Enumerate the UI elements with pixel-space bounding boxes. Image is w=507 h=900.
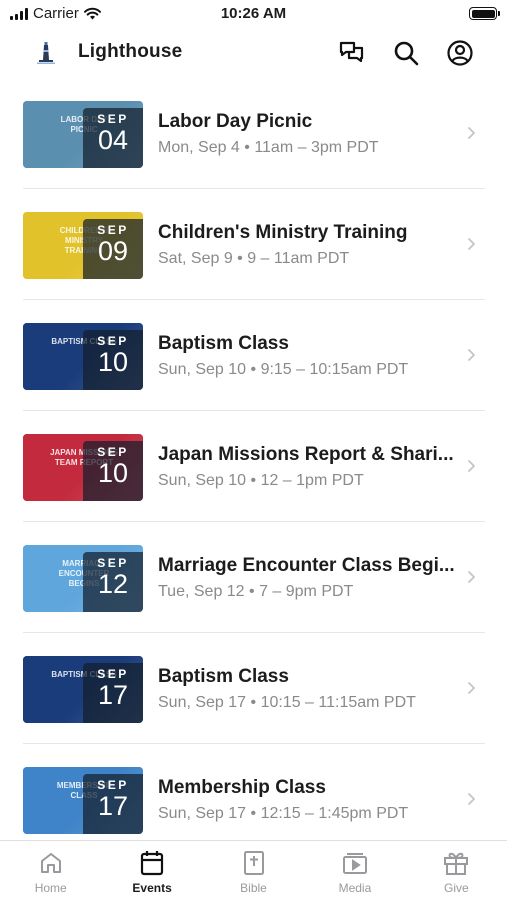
date-month: SEP — [97, 667, 129, 681]
event-thumbnail: MEMBERSHIP CLASSSEP17 — [23, 767, 143, 834]
event-subtitle: Sun, Sep 10 • 9:15 – 10:15am PDT — [158, 361, 409, 378]
date-month: SEP — [97, 778, 129, 792]
account-icon[interactable] — [445, 38, 475, 68]
bible-icon — [241, 850, 267, 876]
event-thumbnail: MARRIAGE ENCOUNTER BEGINSSEP12 — [23, 545, 143, 612]
date-month: SEP — [97, 112, 129, 126]
battery-icon — [469, 7, 500, 20]
event-thumbnail: BAPTISM CLASSSEP17 — [23, 656, 143, 723]
tab-give[interactable]: Give — [406, 841, 507, 900]
event-row[interactable]: CHILDREN'S MINISTRY TRAININGSEP09 Childre… — [0, 189, 507, 300]
date-day: 10 — [97, 347, 129, 377]
date-day: 12 — [97, 569, 129, 599]
date-month: SEP — [97, 223, 129, 237]
status-time: 10:26 AM — [220, 5, 287, 22]
event-title: Labor Day Picnic — [158, 111, 313, 132]
gift-icon — [443, 850, 469, 876]
date-badge: SEP 12 — [83, 552, 143, 612]
event-row[interactable]: MARRIAGE ENCOUNTER BEGINSSEP12 Marriage E… — [0, 522, 507, 633]
chevron-right-icon — [468, 571, 475, 583]
chevron-right-icon — [468, 238, 475, 250]
date-badge: SEP 10 — [83, 441, 143, 501]
tab-media-label: Media — [338, 881, 372, 895]
chevron-right-icon — [468, 793, 475, 805]
event-title: Children's Ministry Training — [158, 222, 408, 243]
chevron-right-icon — [468, 127, 475, 139]
chevron-right-icon — [468, 460, 475, 472]
date-day: 10 — [97, 458, 129, 488]
chat-icon[interactable] — [337, 38, 367, 68]
date-day: 17 — [97, 680, 129, 710]
date-month: SEP — [97, 445, 129, 459]
event-thumbnail: LABOR DAY PICNICSEP04 — [23, 101, 143, 168]
event-thumbnail: CHILDREN'S MINISTRY TRAININGSEP09 — [23, 212, 143, 279]
event-row[interactable]: BAPTISM CLASSSEP17 Baptism Class Sun, Sep … — [0, 633, 507, 744]
tab-home-label: Home — [34, 881, 67, 895]
event-subtitle: Sun, Sep 17 • 12:15 – 1:45pm PDT — [158, 805, 409, 822]
status-bar: Carrier 10:26 AM — [0, 0, 507, 28]
tab-events[interactable]: Events — [101, 841, 202, 900]
event-title: Baptism Class — [158, 666, 289, 687]
date-badge: SEP 17 — [83, 774, 143, 834]
date-badge: SEP 17 — [83, 663, 143, 723]
event-title: Membership Class — [158, 777, 326, 798]
home-icon — [38, 850, 64, 876]
chevron-right-icon — [468, 682, 475, 694]
event-subtitle: Mon, Sep 4 • 11am – 3pm PDT — [158, 139, 379, 156]
tab-give-label: Give — [443, 881, 469, 895]
date-badge: SEP 10 — [83, 330, 143, 390]
event-title: Baptism Class — [158, 333, 289, 354]
media-icon — [342, 850, 368, 876]
date-day: 09 — [97, 236, 129, 266]
date-month: SEP — [97, 334, 129, 348]
event-subtitle: Sun, Sep 10 • 12 – 1pm PDT — [158, 472, 364, 489]
calendar-icon — [139, 850, 165, 876]
tab-bar: Home Events Bible Media Give — [0, 840, 507, 900]
tab-bible-label: Bible — [240, 881, 267, 895]
event-subtitle: Sun, Sep 17 • 10:15 – 11:15am PDT — [158, 694, 416, 711]
search-icon[interactable] — [391, 38, 421, 68]
lighthouse-logo-icon — [37, 42, 55, 64]
app-header: Lighthouse — [0, 28, 507, 76]
date-badge: SEP 04 — [83, 108, 143, 168]
event-row[interactable]: MEMBERSHIP CLASSSEP17 Membership Class Sun… — [0, 744, 507, 838]
event-list: LABOR DAY PICNICSEP04 Labor Day Picnic Mon… — [0, 78, 507, 838]
event-thumbnail: JAPAN MISSIONS TEAM REPORTSEP10 — [23, 434, 143, 501]
event-subtitle: Tue, Sep 12 • 7 – 9pm PDT — [158, 583, 354, 600]
date-day: 17 — [97, 791, 129, 821]
date-badge: SEP 09 — [83, 219, 143, 279]
tab-home[interactable]: Home — [0, 841, 101, 900]
app-title: Lighthouse — [78, 41, 183, 62]
event-title: Marriage Encounter Class Begi... — [158, 555, 455, 576]
event-row[interactable]: LABOR DAY PICNICSEP04 Labor Day Picnic Mon… — [0, 78, 507, 189]
event-row[interactable]: JAPAN MISSIONS TEAM REPORTSEP10 Japan Mis… — [0, 411, 507, 522]
tab-bible[interactable]: Bible — [203, 841, 304, 900]
chevron-right-icon — [468, 349, 475, 361]
tab-events-label: Events — [132, 881, 172, 895]
event-thumbnail: BAPTISM CLASSSEP10 — [23, 323, 143, 390]
event-subtitle: Sat, Sep 9 • 9 – 11am PDT — [158, 250, 350, 267]
date-day: 04 — [97, 125, 129, 155]
tab-media[interactable]: Media — [304, 841, 405, 900]
date-month: SEP — [97, 556, 129, 570]
event-row[interactable]: BAPTISM CLASSSEP10 Baptism Class Sun, Sep … — [0, 300, 507, 411]
event-title: Japan Missions Report & Shari... — [158, 444, 454, 465]
